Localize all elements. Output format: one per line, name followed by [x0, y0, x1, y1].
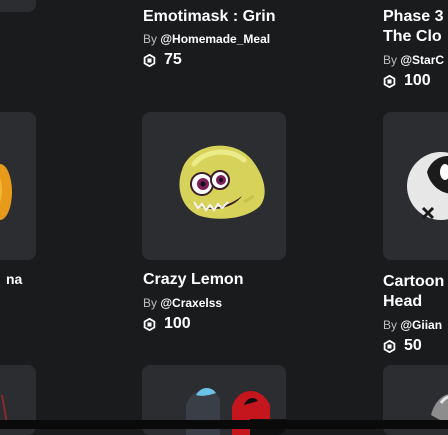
- item-creator[interactable]: By @Craxelss: [143, 296, 222, 310]
- item-creator[interactable]: By @Giian: [383, 318, 442, 332]
- item-price: 75: [143, 51, 182, 69]
- item-name[interactable]: Cartoon: [383, 272, 444, 291]
- item-image: [179, 145, 265, 219]
- bottom-bar: [0, 420, 448, 429]
- item-name[interactable]: Emotimask : Grin: [143, 7, 275, 26]
- robux-icon: [383, 74, 396, 88]
- robux-icon: [143, 317, 156, 331]
- item-name-line2[interactable]: The Clo: [383, 27, 442, 46]
- item-name-line2[interactable]: Head: [383, 292, 422, 311]
- robux-icon: [143, 53, 156, 67]
- item-image: [407, 152, 448, 220]
- item-thumbnail-partial[interactable]: [0, 0, 36, 12]
- item-thumbnail[interactable]: [142, 112, 286, 260]
- item-name[interactable]: Crazy Lemon: [143, 270, 243, 289]
- item-name[interactable]: Phase 3: [383, 7, 443, 26]
- item-image: [0, 164, 12, 220]
- item-thumbnail-partial[interactable]: [0, 112, 36, 260]
- item-thumbnail[interactable]: [383, 112, 448, 260]
- item-name-partial[interactable]: na: [6, 270, 22, 289]
- robux-icon: [383, 339, 396, 353]
- item-creator[interactable]: By @Homemade_Meal: [143, 32, 270, 46]
- item-price: 50: [383, 337, 422, 355]
- item-price: 100: [143, 315, 191, 333]
- item-price: 100: [383, 72, 431, 90]
- item-creator[interactable]: By @StarC: [383, 53, 444, 67]
